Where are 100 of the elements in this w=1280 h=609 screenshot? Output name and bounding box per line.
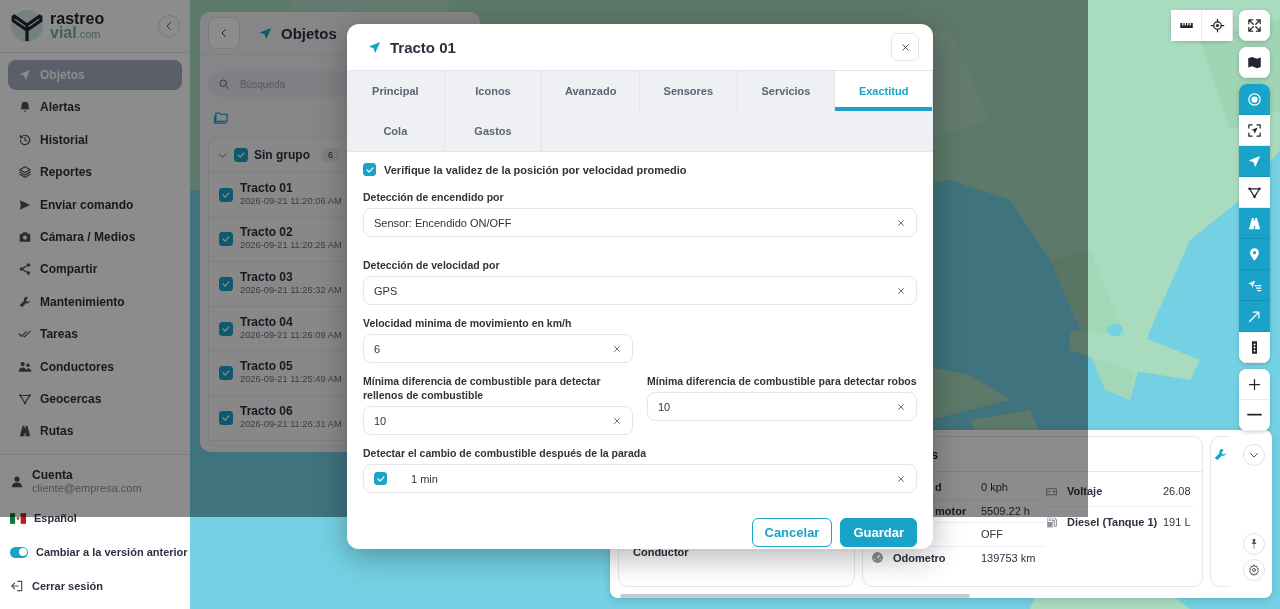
user-icon [10, 475, 24, 489]
toggle-switch[interactable] [10, 546, 28, 558]
pin-button[interactable] [1243, 533, 1265, 555]
save-button[interactable]: Guardar [840, 518, 917, 547]
select-field[interactable]: 10 [647, 392, 917, 421]
sidebar-item[interactable]: Alertas [8, 92, 182, 123]
layer-toggle[interactable] [1239, 239, 1270, 270]
map-tool-button[interactable] [1202, 10, 1233, 41]
folder-icon [214, 110, 229, 125]
dialog-title: Tracto 01 [390, 38, 457, 56]
account-label[interactable]: Cuenta [32, 469, 142, 482]
sidebar-item[interactable]: Tareas [8, 319, 182, 350]
checkbox[interactable] [219, 187, 233, 202]
sensor-label: d [935, 481, 943, 494]
map-tool-button[interactable] [1239, 369, 1270, 400]
share-icon [18, 262, 32, 277]
sensor-value: 0 kph [981, 481, 1008, 494]
check-icon [375, 473, 386, 484]
map-tool-button[interactable] [1239, 47, 1270, 78]
sensor-value: 191 L [1163, 516, 1191, 528]
layer-toggle[interactable] [1239, 270, 1270, 301]
sidebar-item[interactable]: Geocercas [8, 383, 182, 414]
toggle-label: Cambiar a la versión anterior [36, 546, 188, 558]
layer-toggle[interactable] [1239, 146, 1270, 177]
select-field[interactable]: Sensor: Encendido ON/OFF [363, 208, 917, 237]
checkbox-label: Verifique la validez de la posición por velocidad promedio [384, 163, 687, 176]
search-icon [218, 78, 230, 90]
select-field[interactable]: 6 [363, 334, 633, 363]
tab[interactable]: Cola [347, 111, 445, 151]
scrollbar[interactable] [620, 594, 970, 598]
checkbox[interactable] [219, 366, 233, 381]
object-name[interactable]: Tracto 01 [240, 181, 342, 195]
close-icon [899, 41, 911, 53]
tab[interactable]: Iconos [444, 71, 543, 111]
language-selector[interactable]: Español [34, 512, 77, 524]
clear-icon [896, 473, 906, 484]
select-field[interactable]: 1 min [363, 464, 917, 493]
tab[interactable]: Exactitud [835, 71, 933, 111]
check-icon [221, 412, 231, 423]
settings-icon [1248, 564, 1260, 576]
field-label: Conductor [633, 546, 689, 558]
check-icon [221, 368, 231, 379]
timestamp: 2026-09-21 11:25:49 AM [240, 373, 342, 387]
select-field[interactable]: 10 [363, 406, 633, 435]
sidebar-item[interactable]: Enviar comando [8, 189, 182, 220]
layer-toggle[interactable] [1239, 208, 1270, 239]
logo-text: rastreo [50, 11, 106, 26]
logo-mark-icon [10, 9, 44, 43]
sidebar-item[interactable]: Reportes [8, 157, 182, 188]
sidebar-item[interactable]: Rutas [8, 416, 182, 447]
settings-button[interactable] [1243, 559, 1265, 581]
tab[interactable]: Principal [347, 71, 445, 111]
field-label: Velocidad minima de movimiento en km/h [363, 316, 573, 330]
checkbox[interactable] [234, 148, 248, 162]
layer-toggle[interactable] [1239, 301, 1270, 332]
sidebar-item[interactable]: Cámara / Medios [8, 221, 182, 252]
select-field[interactable]: GPS [363, 276, 917, 305]
select-value: 6 [374, 342, 382, 355]
count-badge: 6 [322, 148, 339, 162]
target-icon [1247, 91, 1262, 107]
check-icon [364, 164, 375, 175]
sensor-label: Diesel (Tanque 1) [1067, 516, 1159, 528]
select-value: GPS [374, 284, 399, 297]
object-name[interactable]: Tracto 06 [240, 404, 342, 418]
checkbox[interactable] [219, 232, 233, 247]
checkbox[interactable] [219, 321, 233, 336]
sensor-label: Odometro [893, 551, 947, 564]
sidebar-item[interactable]: Historial [8, 124, 182, 155]
map-tool-button[interactable] [1239, 10, 1270, 41]
tab[interactable]: Gastos [444, 111, 543, 151]
checkbox[interactable] [219, 277, 233, 291]
logout-link[interactable]: Cerrar sesión [32, 580, 103, 592]
object-name[interactable]: Tracto 02 [240, 226, 342, 240]
sensor-value: 139753 km [981, 551, 1036, 564]
logo-text: vial [50, 25, 77, 40]
map-tool-button[interactable] [1171, 10, 1202, 41]
logout-icon [10, 579, 24, 593]
timestamp: 2026-09-21 11:20:06 AM [240, 194, 342, 208]
check-icon [221, 234, 231, 245]
object-name[interactable]: Tracto 03 [240, 271, 342, 284]
sidebar-item[interactable]: Conductores [8, 351, 182, 382]
layer-toggle[interactable] [1239, 84, 1270, 115]
object-name[interactable]: Tracto 04 [240, 315, 342, 329]
flag-icon [10, 512, 26, 524]
sensor-label: motor [935, 504, 968, 517]
layers-icon [18, 165, 32, 180]
sidebar-item[interactable]: Mantenimiento [8, 286, 182, 317]
fullscreen-icon [1247, 17, 1262, 33]
field-label: Detección de velocidad por [363, 258, 501, 272]
checkbox[interactable] [363, 163, 376, 176]
checkbox[interactable] [219, 410, 233, 425]
field-label: Detección de encendido por [363, 190, 505, 204]
crosshair-icon [1209, 18, 1225, 33]
tab[interactable]: Sensores [640, 71, 738, 111]
select-value: 10 [374, 414, 388, 427]
sidebar-item[interactable]: Compartir [8, 254, 182, 285]
tab[interactable]: Avanzado [542, 71, 640, 111]
cancel-button[interactable]: Cancelar [751, 518, 833, 547]
object-name[interactable]: Tracto 05 [240, 360, 342, 374]
checkbox[interactable] [374, 472, 387, 485]
